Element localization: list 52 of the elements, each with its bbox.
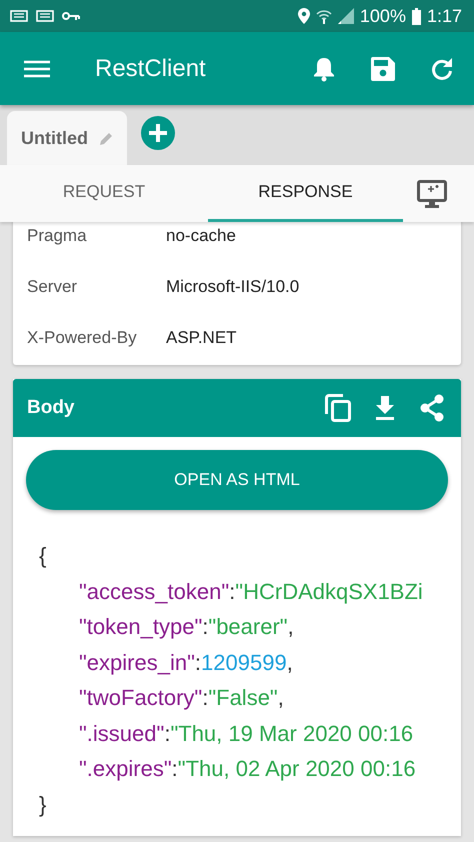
- battery-level: 100%: [360, 6, 406, 26]
- json-colon: :: [194, 650, 202, 674]
- key-icon: [62, 11, 80, 21]
- save-icon[interactable]: [371, 56, 395, 80]
- json-colon: :: [172, 756, 178, 781]
- open-as-html-button[interactable]: OPEN AS HTML: [26, 450, 448, 510]
- json-value: "Thu, 02 Apr 2020 00:16: [178, 756, 416, 781]
- bell-icon[interactable]: [312, 56, 336, 82]
- json-comma: ,: [278, 685, 284, 710]
- code-brace: {: [39, 542, 46, 570]
- refresh-icon[interactable]: [430, 56, 454, 80]
- json-colon: :: [229, 578, 236, 604]
- tab[interactable]: REQUEST: [0, 165, 208, 222]
- json-key: "twoFactory": [79, 685, 202, 710]
- monitor-icon[interactable]: [417, 180, 447, 208]
- sim-card-icon: [10, 10, 28, 22]
- code-brace: }: [39, 790, 46, 819]
- location-icon: [298, 8, 310, 24]
- json-key: ".expires": [79, 756, 172, 781]
- header-value: Microsoft-IIS/10.0: [166, 276, 300, 296]
- header-value: ASP.NET: [166, 328, 237, 348]
- header-name: X-Powered-By: [27, 328, 138, 348]
- json-value: "Thu, 19 Mar 2020 00:16: [170, 720, 414, 746]
- json-key: "token_type": [79, 614, 202, 639]
- clock-time: 1:17: [426, 6, 462, 26]
- add-icon[interactable]: [141, 116, 175, 150]
- share-icon[interactable]: [419, 394, 445, 422]
- download-icon[interactable]: [375, 396, 395, 420]
- json-colon: :: [202, 614, 208, 639]
- json-colon: :: [202, 685, 208, 710]
- header-value: no-cache: [166, 226, 236, 246]
- header-name: Pragma: [27, 226, 88, 246]
- json-comma: ,: [286, 650, 293, 674]
- json-comma: ,: [288, 614, 294, 639]
- json-key: ".issued": [79, 720, 164, 746]
- header-name: Server: [27, 276, 78, 296]
- json-key: "access_token": [79, 578, 230, 604]
- sim-card-icon: [36, 10, 54, 22]
- battery-icon: [412, 8, 421, 24]
- json-value: "HCrDAdkqSX1BZi: [235, 578, 423, 604]
- copy-icon[interactable]: [325, 394, 351, 422]
- json-value: 1209599: [201, 650, 287, 674]
- document-tab[interactable]: Untitled: [7, 111, 127, 165]
- json-value: "bearer": [208, 614, 288, 639]
- signal-icon: [338, 8, 354, 24]
- json-colon: :: [164, 720, 170, 746]
- wifi-icon: [316, 8, 332, 24]
- json-key: "expires_in": [79, 650, 195, 674]
- json-value: "False": [208, 685, 278, 710]
- body-title: Body: [27, 397, 76, 419]
- app-title: RestClient: [95, 54, 207, 82]
- menu-icon[interactable]: [24, 60, 50, 78]
